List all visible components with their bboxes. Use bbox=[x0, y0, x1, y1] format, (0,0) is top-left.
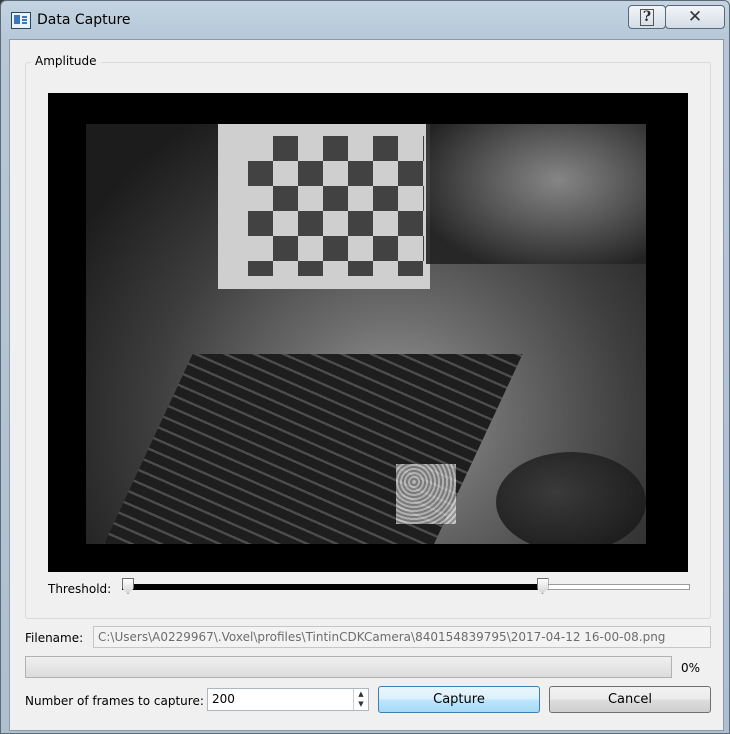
dialog-window: Data Capture ? ✕ Amplitude Threshold: Fi… bbox=[0, 0, 730, 734]
close-button[interactable]: ✕ bbox=[665, 5, 725, 29]
window-title: Data Capture bbox=[37, 12, 131, 28]
keyboard-shape bbox=[99, 354, 523, 544]
frames-label: Number of frames to capture: bbox=[25, 694, 204, 708]
threshold-slider-range bbox=[122, 584, 547, 590]
capture-progress-bar bbox=[25, 656, 672, 678]
help-button[interactable]: ? bbox=[628, 5, 666, 29]
frames-value: 200 bbox=[212, 692, 235, 706]
hand-shape bbox=[426, 124, 646, 264]
mouse-shape bbox=[496, 452, 646, 544]
dialog-content: Amplitude Threshold: Filename: C:\Users\… bbox=[9, 39, 724, 731]
spin-arrows: ▲ ▼ bbox=[353, 689, 368, 710]
progress-percent: 0% bbox=[681, 661, 701, 675]
amplitude-group-title: Amplitude bbox=[31, 54, 101, 68]
noise-patch bbox=[396, 464, 456, 524]
filename-label: Filename: bbox=[25, 631, 84, 645]
title-bar: Data Capture ? ✕ bbox=[1, 1, 729, 37]
checkerboard-target bbox=[218, 124, 430, 289]
amplitude-image-view bbox=[48, 93, 688, 572]
filename-field[interactable]: C:\Users\A0229967\.Voxel\profiles\Tintin… bbox=[93, 626, 711, 648]
camera-frame bbox=[86, 124, 646, 544]
spin-down-icon[interactable]: ▼ bbox=[354, 699, 368, 709]
spin-up-icon[interactable]: ▲ bbox=[354, 689, 368, 699]
capture-button[interactable]: Capture bbox=[378, 686, 540, 713]
frames-spinbox[interactable]: 200 ▲ ▼ bbox=[207, 688, 369, 711]
help-icon: ? bbox=[640, 8, 654, 26]
app-icon bbox=[11, 12, 31, 29]
threshold-label: Threshold: bbox=[48, 582, 112, 596]
cancel-button[interactable]: Cancel bbox=[549, 686, 711, 713]
close-icon: ✕ bbox=[687, 7, 703, 27]
